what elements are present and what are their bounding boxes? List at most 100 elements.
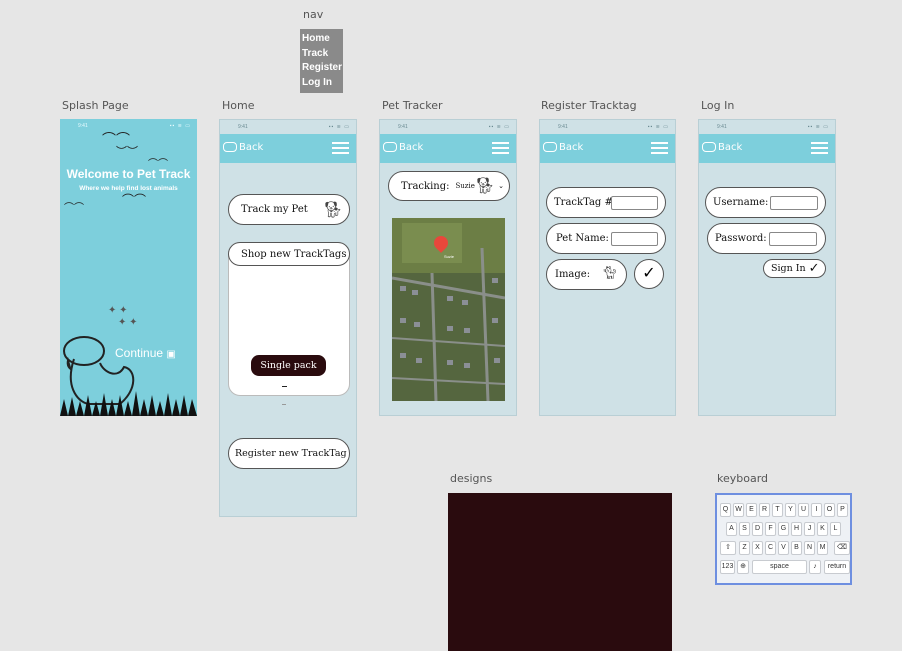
- back-button[interactable]: Back: [543, 142, 583, 153]
- checkmark-icon: ✓: [642, 265, 656, 282]
- butterfly-icon: ✦ ✦: [108, 305, 128, 316]
- tracktag-label: TrackTag #:: [554, 197, 617, 208]
- microphone-key-icon[interactable]: ♪: [809, 560, 821, 574]
- pet-name-label: Pet Name:: [556, 233, 609, 244]
- key-d[interactable]: D: [752, 522, 763, 536]
- satellite-map[interactable]: Suzie: [392, 218, 505, 401]
- image-label: Image:: [555, 269, 591, 280]
- key-n[interactable]: N: [804, 541, 815, 555]
- back-button[interactable]: Back: [223, 142, 263, 153]
- top-bar: Back: [220, 134, 356, 163]
- frame-label-nav: nav: [303, 8, 324, 21]
- frame-label-splash: Splash Page: [62, 99, 129, 112]
- tracktag-row: TrackTag #:: [546, 187, 666, 218]
- register-label: Register new TrackTag: [235, 448, 347, 459]
- return-key[interactable]: return: [824, 560, 850, 574]
- top-bar: Back: [699, 134, 835, 163]
- key-j[interactable]: J: [804, 522, 815, 536]
- key-y[interactable]: Y: [785, 503, 796, 517]
- key-m[interactable]: M: [817, 541, 828, 555]
- frame-label-tracker: Pet Tracker: [382, 99, 443, 112]
- frame-label-register: Register Tracktag: [541, 99, 637, 112]
- hamburger-menu-icon[interactable]: [332, 142, 349, 154]
- dog-icon: 🐕︎: [474, 176, 495, 195]
- key-b[interactable]: B: [791, 541, 802, 555]
- shop-label: Shop new TrackTags: [241, 248, 347, 260]
- backspace-key-icon[interactable]: ⌫: [834, 541, 850, 555]
- status-bar: 9:41 ▪▪ ≋ ▭: [717, 124, 829, 130]
- frame-label-home: Home: [222, 99, 255, 112]
- tracktag-input[interactable]: [611, 196, 658, 210]
- cat-icon: 🐈︎: [601, 266, 618, 281]
- shift-key-icon[interactable]: ⇧: [720, 541, 736, 555]
- sign-in-button[interactable]: Sign In ✓: [763, 259, 826, 278]
- continue-button[interactable]: Continue ▣: [115, 346, 176, 360]
- back-button[interactable]: Back: [702, 142, 742, 153]
- back-label: Back: [239, 142, 264, 153]
- password-row: Password:: [707, 223, 826, 254]
- design-canvas: nav Home Track Register Log In Splash Pa…: [0, 0, 902, 651]
- space-key[interactable]: space: [752, 560, 807, 574]
- key-w[interactable]: W: [733, 503, 744, 517]
- username-input[interactable]: [770, 196, 818, 210]
- username-label: Username:: [713, 197, 769, 208]
- frame-label-designs: designs: [450, 472, 493, 485]
- hamburger-menu-icon[interactable]: [811, 142, 828, 154]
- map-image: [392, 218, 505, 401]
- image-upload-button[interactable]: Image: 🐈︎: [546, 259, 627, 290]
- single-pack-button[interactable]: Single pack: [251, 355, 326, 376]
- home-artboard: 9:41 ▪▪ ≋ ▭ Back Track my Pet 🐕︎ Shop new…: [219, 119, 357, 517]
- pet-name-row: Pet Name:: [546, 223, 666, 254]
- key-o[interactable]: O: [824, 503, 835, 517]
- key-g[interactable]: G: [778, 522, 789, 536]
- hamburger-menu-icon[interactable]: [492, 142, 509, 154]
- pet-icon: [543, 142, 557, 152]
- key-h[interactable]: H: [791, 522, 802, 536]
- key-t[interactable]: T: [772, 503, 783, 517]
- register-tracktag-button[interactable]: Register new TrackTag: [228, 438, 350, 469]
- numbers-key[interactable]: 123: [720, 560, 735, 574]
- password-input[interactable]: [769, 232, 817, 246]
- splash-artboard: 9:41 ▪▪ ≋ ▭ ⌒⌒ ︶︶ ⌒⌒ ⌒⌒ ⌒⌒ Welcome to Pet…: [60, 119, 197, 416]
- key-u[interactable]: U: [798, 503, 809, 517]
- track-label: Track my Pet: [241, 204, 308, 215]
- key-s[interactable]: S: [739, 522, 750, 536]
- key-r[interactable]: R: [759, 503, 770, 517]
- key-x[interactable]: X: [752, 541, 763, 555]
- key-a[interactable]: A: [726, 522, 737, 536]
- key-v[interactable]: V: [778, 541, 789, 555]
- globe-key-icon[interactable]: ⊕: [737, 560, 749, 574]
- pet-icon: [702, 142, 716, 152]
- key-k[interactable]: K: [817, 522, 828, 536]
- carousel-dots[interactable]: [282, 386, 294, 405]
- nav-item-track[interactable]: Track: [302, 47, 341, 62]
- nav-item-home[interactable]: Home: [302, 32, 341, 47]
- track-my-pet-button[interactable]: Track my Pet 🐕︎: [228, 194, 350, 225]
- pet-name-input[interactable]: [611, 232, 658, 246]
- key-e[interactable]: E: [746, 503, 757, 517]
- back-button[interactable]: Back: [383, 142, 423, 153]
- key-z[interactable]: Z: [739, 541, 750, 555]
- hamburger-menu-icon[interactable]: [651, 142, 668, 154]
- password-label: Password:: [715, 233, 767, 244]
- tracking-label: Tracking:: [401, 180, 450, 192]
- key-i[interactable]: I: [811, 503, 822, 517]
- shop-tracktags-button[interactable]: Shop new TrackTags: [228, 242, 350, 266]
- status-bar: 9:41 ▪▪ ≋ ▭: [398, 124, 510, 130]
- shop-card: Shop new TrackTags Single pack: [228, 242, 350, 405]
- key-c[interactable]: C: [765, 541, 776, 555]
- bird-icon: ︶︶: [116, 146, 138, 158]
- nav-item-register[interactable]: Register: [302, 61, 342, 76]
- back-label: Back: [718, 142, 743, 153]
- keyboard-artboard: Q W E R T Y U I O P A S D F G H J K L ⇧ Z X C V B N M ⌫ 123 ⊕ space ♪ re…: [715, 493, 852, 585]
- status-bar: 9:41 ▪▪ ≋ ▭: [238, 124, 350, 130]
- checkmark-button[interactable]: ✓: [634, 259, 664, 289]
- key-q[interactable]: Q: [720, 503, 731, 517]
- nav-item-login[interactable]: Log In: [302, 76, 341, 91]
- tracking-select[interactable]: Tracking: Suzie 🐕︎ ⌄: [388, 171, 510, 201]
- key-f[interactable]: F: [765, 522, 776, 536]
- key-l[interactable]: L: [830, 522, 841, 536]
- key-p[interactable]: P: [837, 503, 848, 517]
- pet-icon: ▣: [166, 349, 176, 360]
- nav-menu: Home Track Register Log In: [300, 29, 343, 93]
